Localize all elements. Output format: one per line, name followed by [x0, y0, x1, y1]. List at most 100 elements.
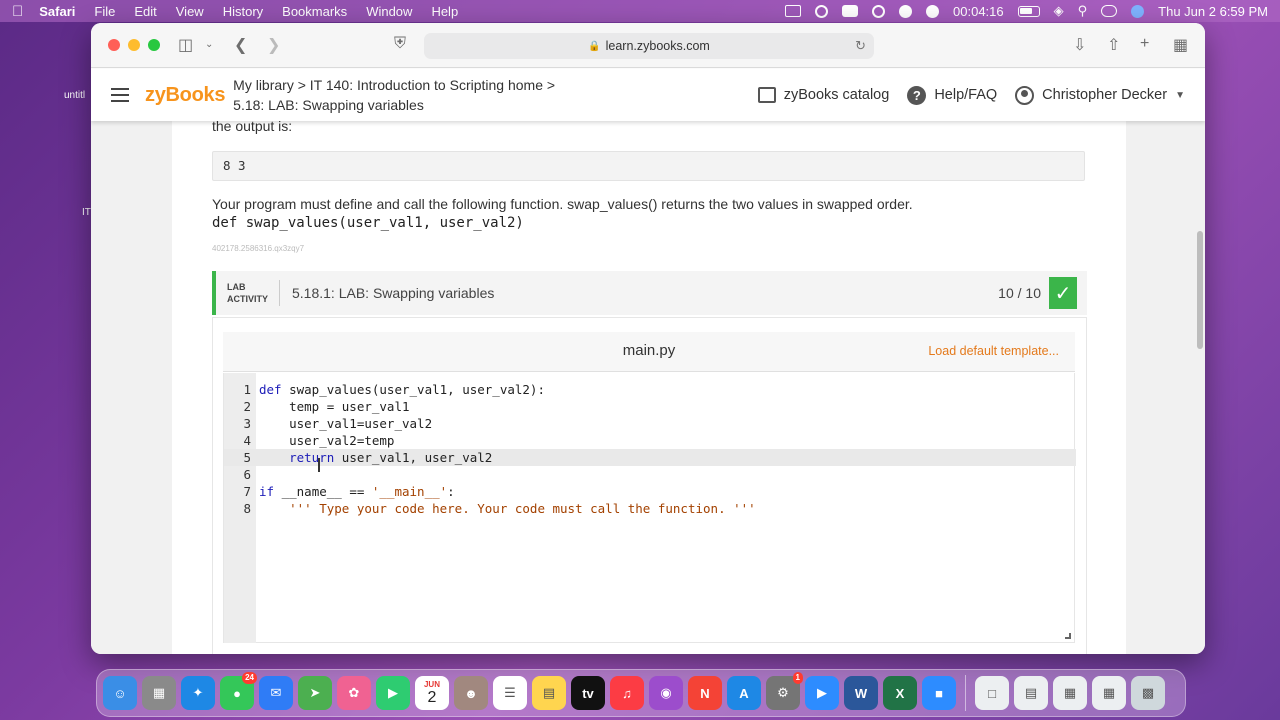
chevron-down-icon[interactable]: ⌄ [205, 39, 213, 50]
lock-icon: 🔒 [588, 40, 601, 52]
page-content-scroll-area[interactable]: the output is: 8 3 Your program must def… [91, 121, 1205, 654]
help-faq-link[interactable]: ? Help/FAQ [907, 85, 998, 105]
menu-view[interactable]: View [176, 4, 204, 19]
apple-icon[interactable]:  [12, 3, 23, 20]
menu-edit[interactable]: Edit [134, 4, 156, 19]
close-window-button[interactable] [108, 39, 120, 51]
recent-document-icon[interactable]: ▦ [1053, 676, 1087, 710]
launchpad-icon[interactable]: ▦ [142, 676, 176, 710]
desktop-folder-label[interactable]: IT [82, 207, 91, 218]
code-line[interactable]: 8 ''' Type your code here. Your code mus… [224, 500, 1076, 517]
new-tab-icon[interactable]: + [1140, 35, 1149, 53]
code-text[interactable]: ''' Type your code here. Your code must … [259, 500, 756, 517]
creative-cloud-icon[interactable] [815, 4, 829, 18]
code-text[interactable]: user_val1=user_val2 [259, 415, 432, 432]
messages-icon[interactable]: ● 24 [220, 672, 257, 710]
code-text[interactable]: user_val2=temp [259, 432, 394, 449]
code-line[interactable]: 4 user_val2=temp [224, 432, 1076, 449]
load-default-template-link[interactable]: Load default template... [928, 344, 1059, 358]
podcasts-icon[interactable]: ◉ [649, 676, 683, 710]
instructions-text: Your program must define and call the fo… [212, 196, 913, 212]
menu-window[interactable]: Window [366, 4, 412, 19]
help-label: Help/FAQ [934, 87, 998, 103]
camera-record-icon[interactable] [842, 5, 859, 17]
python-file-icon[interactable]: □ [975, 676, 1009, 710]
reload-icon[interactable]: ↻ [855, 38, 866, 54]
menu-file[interactable]: File [94, 4, 115, 19]
menu-bookmarks[interactable]: Bookmarks [282, 4, 347, 19]
line-number: 8 [243, 501, 251, 516]
finder-icon[interactable]: ☺ [103, 676, 137, 710]
code-text[interactable]: def swap_values(user_val1, user_val2): [259, 381, 545, 398]
contacts-icon[interactable]: ☻ [454, 676, 488, 710]
zoom-meeting-icon[interactable]: ■ [922, 676, 956, 710]
menu-history[interactable]: History [223, 4, 263, 19]
code-line-active[interactable]: 5 return user_val1, user_val2 [224, 449, 1076, 466]
play-icon[interactable] [872, 4, 886, 18]
safari-icon[interactable]: ✦ [181, 676, 215, 710]
line-number: 4 [243, 433, 251, 448]
code-text[interactable]: return user_val1, user_val2 [259, 449, 492, 466]
zybooks-logo[interactable]: zyBooks [145, 84, 225, 107]
downloads-stack-icon[interactable]: ▦ [1092, 676, 1126, 710]
recent-document-icon[interactable]: ▤ [1014, 676, 1048, 710]
pause-recording-icon[interactable] [899, 4, 913, 18]
hamburger-menu-icon[interactable] [111, 88, 129, 102]
code-text[interactable]: temp = user_val1 [259, 398, 409, 415]
code-line[interactable]: 6 [224, 466, 1076, 483]
minimize-window-button[interactable] [128, 39, 140, 51]
line-number: 7 [243, 484, 251, 499]
breadcrumb-path[interactable]: My library > IT 140: Introduction to Scr… [233, 75, 555, 95]
siri-icon[interactable] [1131, 4, 1145, 18]
code-line[interactable]: 3 user_val1=user_val2 [224, 415, 1076, 432]
sidebar-toggle-icon[interactable]: ◫ [178, 35, 193, 55]
word-icon[interactable]: W [844, 676, 878, 710]
code-line[interactable]: 7 if __name__ == '__main__': [224, 483, 1076, 500]
forward-icon[interactable]: ❯ [267, 35, 280, 55]
zoom-window-button[interactable] [148, 39, 160, 51]
calendar-icon[interactable]: JUN 2 [415, 676, 449, 710]
menu-bar-clock[interactable]: Thu Jun 2 6:59 PM [1158, 4, 1268, 19]
code-line[interactable]: 2 temp = user_val1 [224, 398, 1076, 415]
system-preferences-icon[interactable]: ⚙ 1 [766, 672, 803, 710]
tab-overview-icon[interactable]: ▦ [1173, 35, 1188, 55]
desktop-file-label[interactable]: untitl [64, 90, 85, 101]
completed-check-icon: ✓ [1049, 277, 1077, 309]
zybooks-catalog-link[interactable]: zyBooks catalog [757, 87, 889, 103]
control-center-icon[interactable] [1101, 5, 1118, 17]
resize-handle-icon[interactable] [1065, 633, 1071, 639]
news-icon[interactable]: N [688, 676, 722, 710]
stop-recording-icon[interactable] [926, 4, 940, 18]
privacy-shield-icon[interactable]: ⛨ [394, 35, 406, 53]
mail-icon[interactable]: ✉ [259, 676, 293, 710]
reminders-icon[interactable]: ☰ [493, 676, 527, 710]
menu-help[interactable]: Help [431, 4, 458, 19]
excel-icon[interactable]: X [883, 676, 917, 710]
address-bar[interactable]: 🔒 learn.zybooks.com ↻ [424, 33, 874, 59]
battery-icon[interactable] [1017, 5, 1040, 17]
menu-app-safari[interactable]: Safari [39, 4, 75, 19]
apple-tv-icon[interactable]: tv [571, 676, 605, 710]
trash-icon[interactable]: ▩ [1131, 676, 1165, 710]
zoom-icon[interactable]: ▶ [805, 676, 839, 710]
spotlight-search-icon[interactable]: ⚲ [1078, 3, 1088, 19]
breadcrumb-current[interactable]: 5.18: LAB: Swapping variables [233, 95, 555, 115]
maps-icon[interactable]: ➤ [298, 676, 332, 710]
downloads-icon[interactable]: ⇩ [1073, 35, 1086, 55]
code-text[interactable]: if __name__ == '__main__': [259, 483, 455, 500]
function-signature: def swap_values(user_val1, user_val2) [212, 215, 524, 231]
wifi-icon[interactable]: ◈ [1054, 3, 1064, 19]
user-menu[interactable]: Christopher Decker ▼ [1015, 85, 1185, 105]
code-editor[interactable]: 1 def swap_values(user_val1, user_val2): … [223, 373, 1076, 643]
photos-icon[interactable]: ✿ [337, 676, 371, 710]
facetime-icon[interactable]: ▶ [376, 676, 410, 710]
app-store-icon[interactable]: A [727, 676, 761, 710]
notes-icon[interactable]: ▤ [532, 676, 566, 710]
calendar-day: 2 [427, 688, 437, 706]
page-scrollbar[interactable] [1197, 231, 1203, 349]
back-icon[interactable]: ❮ [234, 35, 247, 55]
music-icon[interactable]: ♫ [610, 676, 644, 710]
share-icon[interactable]: ⇧ [1107, 35, 1120, 55]
mail-status-icon[interactable] [785, 5, 802, 17]
code-line[interactable]: 1 def swap_values(user_val1, user_val2): [224, 381, 1076, 398]
